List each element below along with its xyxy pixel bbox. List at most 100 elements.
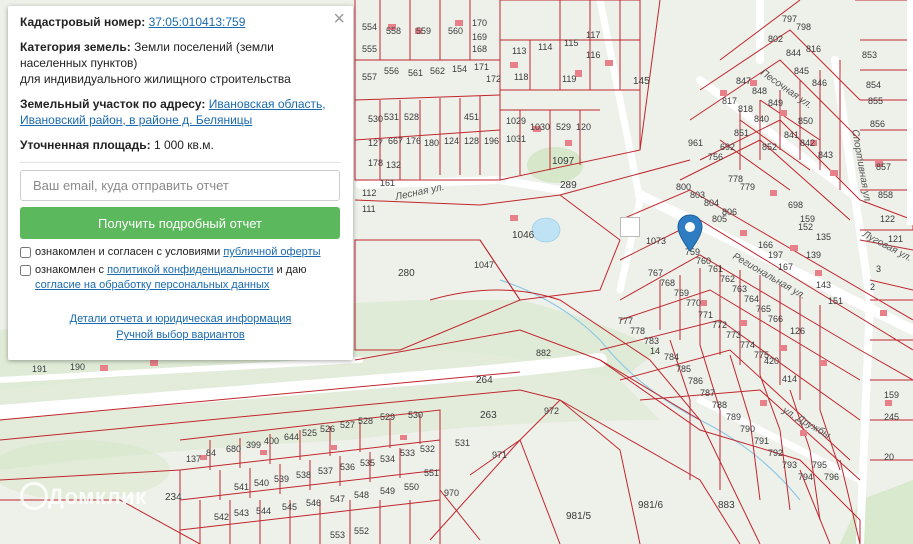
manual-selection-link[interactable]: Ручной выбор вариантов	[116, 329, 244, 341]
parcel-label: 127	[368, 138, 383, 148]
parcel-label: 972	[544, 406, 559, 416]
parcel-label: 539	[274, 474, 289, 484]
category-label: Категория земель:	[20, 40, 131, 54]
parcel-label: 783	[644, 336, 659, 346]
parcel-label: 802	[768, 34, 783, 44]
parcel-label: 135	[816, 232, 831, 242]
parcel-label: 556	[384, 66, 399, 76]
parcel-label: 166	[758, 240, 773, 250]
report-details-link[interactable]: Детали отчета и юридическая информация	[70, 313, 292, 325]
close-icon[interactable]: ×	[333, 9, 345, 29]
parcel-label: 842	[800, 138, 815, 148]
parcel-label: 119	[562, 74, 576, 84]
parcel-label: 1047	[474, 260, 494, 270]
parcel-label: 794	[798, 472, 813, 482]
personal-data-consent-link[interactable]: согласие на обработку персональных данны…	[35, 279, 269, 291]
parcel-label: 529	[556, 122, 571, 132]
parcel-label: 796	[824, 472, 839, 482]
parcel-label: 554	[362, 22, 377, 32]
parcel-label: 191	[32, 364, 47, 374]
parcel-label: 762	[720, 274, 735, 284]
parcel-label: 159	[884, 390, 899, 400]
parcel-label: 543	[234, 508, 249, 518]
parcel-label: 857	[876, 162, 891, 172]
parcel-label: 527	[340, 420, 355, 430]
parcel-label: 541	[234, 482, 249, 492]
category-use: для индивидуального жилищного строительс…	[20, 72, 291, 86]
get-report-button[interactable]: Получить подробный отчет	[20, 207, 340, 239]
parcel-label: 858	[878, 190, 893, 200]
cadastral-number-link[interactable]: 37:05:010413:759	[149, 15, 246, 29]
parcel-label: 848	[752, 86, 767, 96]
parcel-label: 122	[880, 214, 895, 224]
watermark-logo-icon	[20, 482, 48, 510]
parcel-label: 20	[884, 452, 894, 462]
parcel-label: 139	[806, 250, 821, 260]
parcel-label: 263	[480, 410, 497, 421]
parcel-label: 531	[384, 112, 399, 122]
parcel-label: 124	[444, 136, 459, 146]
parcel-label: 789	[726, 412, 741, 422]
parcel-label: 1097	[552, 156, 575, 167]
parcel-label: 117	[586, 30, 600, 40]
parcel-label: 847	[736, 76, 751, 86]
parcel-label: 882	[536, 348, 551, 358]
consent-offer-checkbox[interactable]	[20, 247, 31, 258]
parcel-label: 154	[452, 64, 467, 74]
parcel-label: 537	[318, 466, 333, 476]
parcel-label: 961	[688, 138, 703, 148]
map-pin-icon[interactable]	[677, 214, 703, 252]
parcel-label: 167	[778, 262, 793, 272]
parcel-label: 772	[712, 320, 727, 330]
cadastral-row: Кадастровый номер: 37:05:010413:759	[20, 14, 341, 30]
parcel-label: 845	[794, 66, 809, 76]
panel-footer: Детали отчета и юридическая информация Р…	[20, 311, 341, 343]
parcel-label: 289	[560, 180, 577, 191]
parcel-label: 534	[380, 454, 395, 464]
parcel-label: 818	[738, 104, 753, 114]
parcel-label: 197	[768, 250, 783, 260]
parcel-label: 1031	[506, 134, 526, 144]
parcel-label: 853	[862, 50, 877, 60]
consent-privacy-checkbox[interactable]	[20, 265, 31, 276]
parcel-label: 535	[360, 458, 375, 468]
privacy-policy-link[interactable]: политикой конфиденциальности	[107, 264, 273, 276]
parcel-label: 768	[660, 278, 675, 288]
parcel-label: 180	[424, 138, 439, 148]
parcel-label: 552	[354, 526, 369, 536]
category-row: Категория земель: Земли поселений (земли…	[20, 39, 341, 87]
area-row: Уточненная площадь: 1 000 кв.м.	[20, 137, 341, 153]
parcel-label: 132	[386, 160, 401, 170]
parcel-label: 143	[816, 280, 831, 290]
parcel-label: 849	[768, 98, 783, 108]
parcel-label: 792	[768, 448, 783, 458]
parcel-label: 111	[362, 204, 376, 214]
parcel-label: 190	[70, 362, 85, 372]
parcel-label: 532	[420, 444, 435, 454]
parcel-label: 400	[264, 436, 279, 446]
consent-offer: ознакомлен и согласен с условиями публич…	[20, 245, 341, 260]
parcel-label: 171	[474, 62, 489, 72]
broken-image-icon	[620, 217, 640, 237]
parcel-label: 803	[690, 190, 705, 200]
parcel-label: 126	[790, 326, 805, 336]
email-input[interactable]	[20, 170, 340, 201]
parcel-label: 793	[782, 460, 797, 470]
parcel-label: 850	[798, 116, 813, 126]
parcel-label: 667	[388, 136, 403, 146]
parcel-label: 152	[798, 222, 813, 232]
parcel-label: 971	[492, 450, 507, 460]
parcel-label: 196	[484, 136, 499, 146]
parcel-label: 797	[782, 14, 797, 24]
public-offer-link[interactable]: публичной оферты	[223, 246, 320, 258]
parcel-label: 698	[788, 200, 803, 210]
parcel-label: 2	[870, 282, 875, 292]
parcel-label: 558	[386, 26, 401, 36]
parcel-label: 529	[380, 412, 395, 422]
parcel-label: 555	[362, 44, 377, 54]
parcel-label: 528	[404, 112, 419, 122]
parcel-label: 562	[430, 66, 445, 76]
cadastral-label: Кадастровый номер:	[20, 15, 146, 29]
parcel-label: 1030	[530, 122, 550, 132]
parcel-label: 840	[754, 114, 769, 124]
